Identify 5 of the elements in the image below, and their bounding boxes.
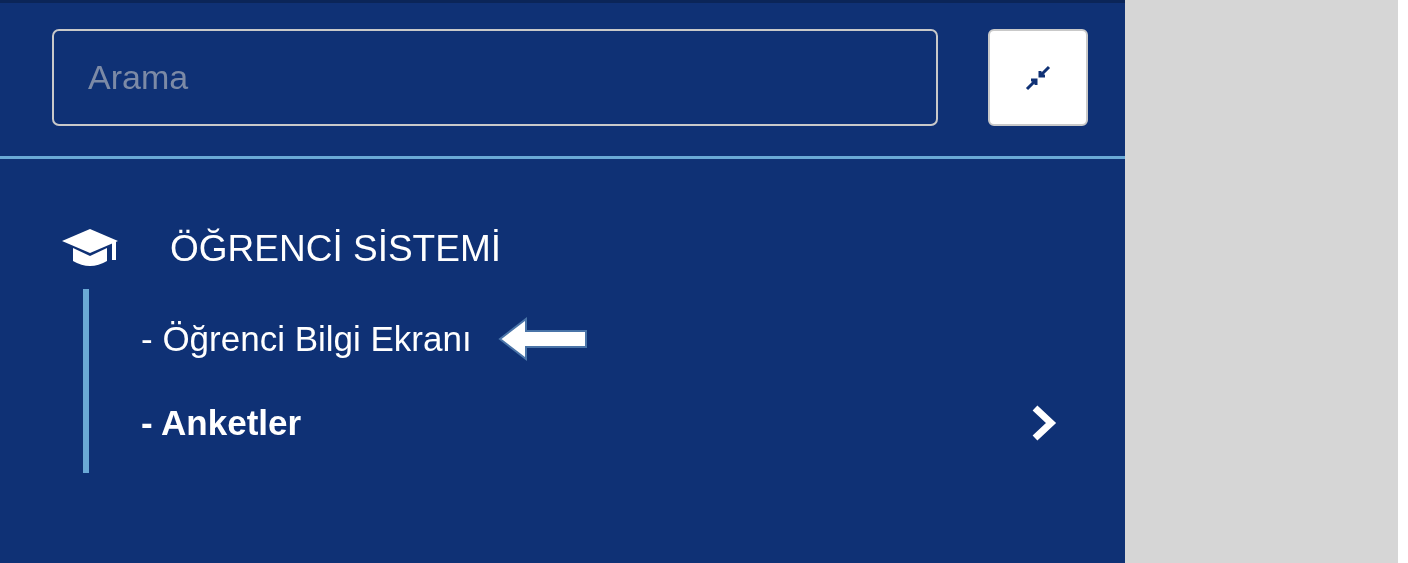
submenu-item[interactable]: - Öğrenci Bilgi Ekranı: [141, 319, 472, 359]
search-field[interactable]: Arama: [52, 29, 938, 126]
menu-header[interactable]: ÖĞRENCİ SİSTEMİ: [170, 228, 501, 270]
submenu-item[interactable]: - Anketler: [141, 403, 302, 443]
collapse-icon: [1025, 64, 1051, 91]
